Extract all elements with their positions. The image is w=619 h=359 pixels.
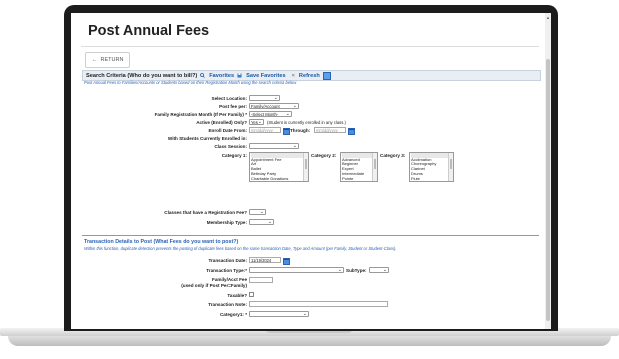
page-title: Post Annual Fees xyxy=(88,23,210,39)
taxable-label: Taxable? xyxy=(227,293,247,298)
refresh-link[interactable]: × Refresh xyxy=(289,73,320,79)
category1-listbox[interactable]: Appointment Fee Art Ballet Birthday Part… xyxy=(249,152,309,182)
listbox-scrollbar[interactable] xyxy=(303,153,308,181)
post-fee-per-label: Post fee per: xyxy=(219,104,247,109)
class-session-select[interactable] xyxy=(249,143,299,149)
favorites-link[interactable]: Favorites xyxy=(200,73,234,79)
transaction-heading: Transaction Details to Post (What Fees d… xyxy=(84,239,239,245)
active-only-note: (Student is currently enrolled in any cl… xyxy=(267,120,346,125)
search-icon xyxy=(200,73,206,78)
with-students-label: With Students Currently Enrolled in: xyxy=(167,136,247,141)
reg-fee-label: Classes that have a Registration Fee? xyxy=(164,210,247,215)
category2-listbox[interactable]: Advanced Beginner Expert Intermediate Po… xyxy=(340,152,378,182)
family-reg-month-select[interactable]: -Select Month- xyxy=(249,111,292,117)
category3-listbox[interactable]: Acclimation Choreography Clarinet Drums … xyxy=(409,152,454,182)
scroll-thumb[interactable] xyxy=(546,59,550,321)
list-item[interactable]: Flute xyxy=(411,176,453,182)
transaction-category1-select[interactable] xyxy=(249,311,309,317)
through-date-input[interactable]: mm/dd/yyyy xyxy=(314,127,346,133)
page-scrollbar[interactable]: ▲ xyxy=(545,13,551,329)
list-item[interactable]: Charitable Donations xyxy=(251,176,308,182)
class-session-label: Class Session: xyxy=(214,144,247,149)
reg-fee-select[interactable] xyxy=(249,209,266,215)
family-acct-fee-note: (used only if Post Per=Family) xyxy=(181,283,247,288)
select-location-label: Select Location: xyxy=(211,96,247,101)
active-only-label: Active (Enrolled) Only? xyxy=(196,120,247,125)
scroll-up-icon[interactable]: ▲ xyxy=(545,15,551,20)
family-acct-fee-input[interactable] xyxy=(249,277,273,283)
return-button[interactable]: ← RETURN xyxy=(85,52,131,68)
calendar-icon[interactable] xyxy=(283,127,290,135)
post-fee-per-select[interactable]: Family/Account xyxy=(249,103,299,109)
category3-label: Category 3: xyxy=(380,153,406,158)
subtype-label: SubType: xyxy=(346,268,367,273)
arrow-left-icon: ← xyxy=(92,57,98,63)
select-location-select[interactable] xyxy=(249,95,280,101)
favorites-label: Favorites xyxy=(209,72,235,79)
return-label: RETURN xyxy=(100,57,124,63)
transaction-subtitle: Within this function, duplicate detectio… xyxy=(84,246,397,251)
transaction-note-input[interactable] xyxy=(249,301,388,307)
subtype-select[interactable] xyxy=(369,267,389,273)
category1-label: Category 1: xyxy=(221,153,247,158)
through-label: Through: xyxy=(290,128,311,133)
enroll-date-from-label: Enroll Date From: xyxy=(208,128,247,133)
save-favorites-link[interactable]: Save Favorites xyxy=(237,73,286,79)
listbox-scrollbar[interactable] xyxy=(448,153,453,181)
screen: Post Annual Fees ← RETURN ▲ Search Crite… xyxy=(71,13,551,329)
close-icon: × xyxy=(291,72,295,79)
membership-type-select[interactable] xyxy=(249,219,274,225)
listbox-scrollbar[interactable] xyxy=(372,153,377,181)
active-only-select[interactable]: Yes xyxy=(249,119,264,125)
section-divider xyxy=(82,235,539,236)
transaction-type-select[interactable] xyxy=(249,267,344,273)
search-criteria-heading: Search Criteria (Who do you want to bill… xyxy=(86,72,198,79)
transaction-category1-label: Category1: * xyxy=(219,312,247,317)
transaction-note-label: Transaction Note: xyxy=(208,302,247,307)
save-icon xyxy=(237,73,242,78)
help-icon[interactable] xyxy=(322,71,331,80)
transaction-date-label: Transaction Date: xyxy=(208,258,247,263)
membership-type-label: Membership Type: xyxy=(206,220,247,225)
criteria-subtitle: Post Annual Fees to Families/Accounts or… xyxy=(84,80,297,85)
save-favorites-label: Save Favorites xyxy=(246,72,286,79)
transaction-type-label: Transaction Type:* xyxy=(206,268,247,273)
laptop-base xyxy=(0,328,619,359)
family-acct-fee-label: Family/Acct Fee xyxy=(212,277,247,282)
enroll-date-from-input[interactable]: mm/dd/yyyy xyxy=(249,127,281,133)
category2-label: Category 2: xyxy=(311,153,337,158)
transaction-date-input[interactable]: 11/19/2024 xyxy=(249,257,281,263)
family-reg-month-label: Family Registration Month (If Per Family… xyxy=(154,112,247,117)
refresh-label: Refresh xyxy=(298,72,320,79)
title-divider xyxy=(81,46,539,47)
calendar-icon[interactable] xyxy=(348,127,355,135)
taxable-checkbox[interactable] xyxy=(249,292,254,297)
calendar-icon[interactable] xyxy=(283,257,290,265)
